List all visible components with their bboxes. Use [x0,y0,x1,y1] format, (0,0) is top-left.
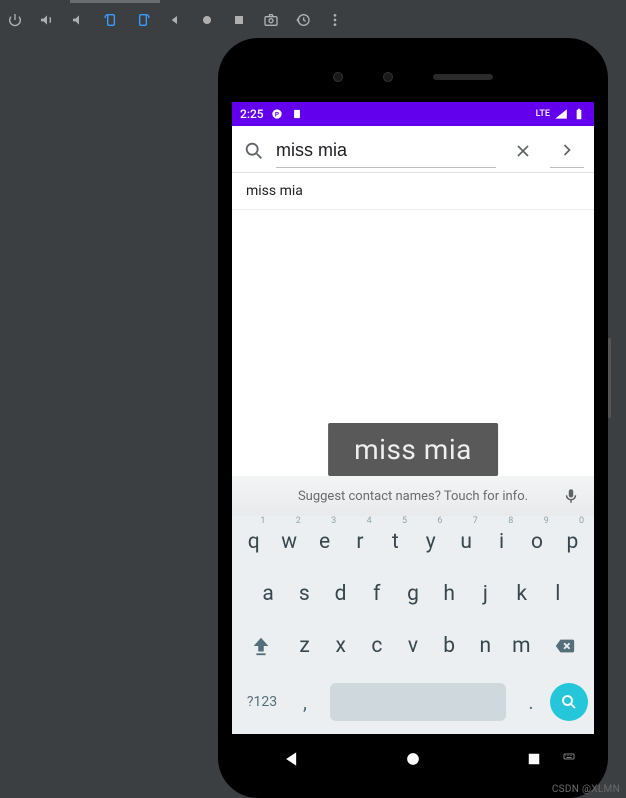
more-icon[interactable] [326,11,344,29]
key-n[interactable]: n [467,626,503,666]
key-k[interactable]: k [504,574,540,614]
search-icon [242,140,266,162]
shift-key[interactable] [236,627,287,665]
signal-icon [554,107,568,121]
key-t[interactable]: t5 [378,522,413,562]
clear-icon[interactable] [506,134,540,168]
key-h[interactable]: h [431,574,467,614]
keyboard-row-2: asdfghjkl [232,568,594,620]
key-e[interactable]: e3 [307,522,342,562]
suggestion-bar[interactable]: Suggest contact names? Touch for info. [232,476,594,516]
suggestion-hint: Suggest contact names? Touch for info. [298,489,528,504]
sensor-icon [383,72,393,82]
nav-keyboard-switch-icon[interactable] [558,748,580,770]
power-icon[interactable] [6,11,24,29]
phone-top-bezel [232,52,594,102]
key-a[interactable]: a [250,574,286,614]
phone-body: 2:25 P LTE [232,52,594,784]
android-nav-bar [232,734,594,784]
key-r[interactable]: r4 [342,522,377,562]
network-label: LTE [536,109,550,119]
key-x[interactable]: x [323,626,359,666]
battery-icon [572,107,586,121]
screenshot-icon[interactable] [262,11,280,29]
volume-down-icon[interactable] [70,11,88,29]
key-v[interactable]: v [395,626,431,666]
mic-icon[interactable] [562,487,580,505]
keyboard-row-1: q1w2e3r4t5y6u7i8o9p0 [232,516,594,568]
nav-home-button[interactable] [402,748,424,770]
submit-icon[interactable] [550,134,584,168]
rotate-right-icon[interactable] [134,11,152,29]
search-app-bar [232,126,594,173]
volume-up-icon[interactable] [38,11,56,29]
status-clock: 2:25 [240,107,264,121]
enter-key[interactable] [550,683,588,721]
key-s[interactable]: s [286,574,322,614]
record-icon[interactable] [198,11,216,29]
phone-frame: 2:25 P LTE [218,38,608,798]
toast-message: miss mia [328,423,498,476]
key-w[interactable]: w2 [271,522,306,562]
key-z[interactable]: z [287,626,323,666]
status-bar: 2:25 P LTE [232,102,594,126]
keyboard-row-3: zxcvbnm [232,620,594,672]
history-icon[interactable] [294,11,312,29]
app-badge-icon: P [270,107,284,121]
svg-text:P: P [275,110,279,118]
key-f[interactable]: f [359,574,395,614]
watermark-text: CSDN @XLMN [552,784,620,795]
search-result-text: miss mia [232,173,594,210]
key-c[interactable]: c [359,626,395,666]
key-p[interactable]: p0 [555,522,590,562]
backspace-key[interactable] [539,627,590,665]
back-icon[interactable] [166,11,184,29]
key-y[interactable]: y6 [413,522,448,562]
key-g[interactable]: g [395,574,431,614]
stop-icon[interactable] [230,11,248,29]
key-o[interactable]: o9 [519,522,554,562]
dot-key[interactable]: . [516,680,546,724]
search-input-wrap [276,134,496,168]
debug-icon [290,107,304,121]
phone-screen: 2:25 P LTE [232,102,594,734]
key-m[interactable]: m [503,626,539,666]
keyboard-row-4: ?123 , . [232,672,594,734]
key-u[interactable]: u7 [448,522,483,562]
search-input[interactable] [276,134,496,167]
key-b[interactable]: b [431,626,467,666]
nav-back-button[interactable] [281,748,303,770]
key-i[interactable]: i8 [484,522,519,562]
front-camera-icon [333,72,343,82]
soft-keyboard: Suggest contact names? Touch for info. q… [232,476,594,734]
comma-key[interactable]: , [290,680,320,724]
space-key[interactable] [330,683,506,721]
symbols-key[interactable]: ?123 [238,682,286,722]
earpiece-speaker [433,74,493,80]
key-d[interactable]: d [322,574,358,614]
key-l[interactable]: l [540,574,576,614]
nav-recent-button[interactable] [523,748,545,770]
rotate-left-icon[interactable] [102,11,120,29]
emulator-toolbar [0,0,626,40]
key-q[interactable]: q1 [236,522,271,562]
phone-side-button [608,338,611,418]
key-j[interactable]: j [467,574,503,614]
